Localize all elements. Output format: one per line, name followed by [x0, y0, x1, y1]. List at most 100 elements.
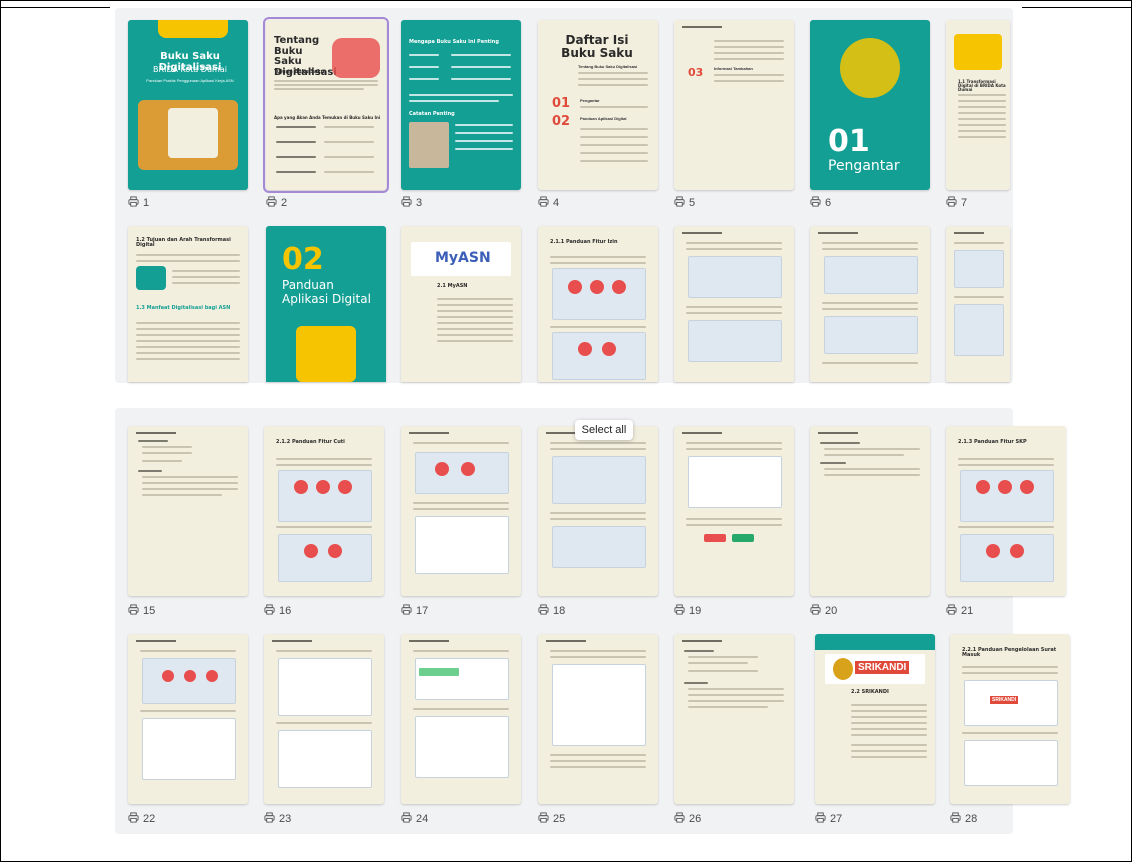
- app-screenshot: [415, 716, 509, 778]
- section-label: Pengantar: [828, 158, 900, 174]
- page-thumbnail-9[interactable]: 02 Panduan Aplikasi Digital: [266, 226, 386, 382]
- page-thumbnail-11[interactable]: 2.1.1 Panduan Fitur Izin: [538, 226, 658, 382]
- print-icon: [128, 604, 139, 618]
- teal-banner: [815, 634, 935, 650]
- page-thumbnail-18[interactable]: [538, 426, 658, 596]
- red-button: [704, 534, 726, 542]
- app-screenshot: [688, 320, 782, 362]
- page-thumbnail-20[interactable]: [810, 426, 930, 596]
- diagram: [136, 266, 166, 290]
- page-thumbnail-10[interactable]: MyASN 2.1 MyASN: [401, 226, 521, 382]
- page-thumbnail-17[interactable]: [401, 426, 521, 596]
- section-number: 02: [282, 242, 324, 277]
- page-thumbnail-12[interactable]: [674, 226, 794, 382]
- toc-entry: Informasi Tambahan: [714, 66, 753, 71]
- section-number: 01: [828, 124, 870, 159]
- select-all-button[interactable]: Select all: [575, 420, 633, 440]
- page-number-25: 25: [538, 812, 565, 826]
- app-screenshot: [954, 250, 1004, 288]
- app-icon: [578, 342, 592, 356]
- print-icon: [674, 812, 685, 826]
- page-title: Mengapa Buku Saku Ini Penting: [409, 39, 499, 45]
- app-icon: [612, 280, 626, 294]
- srikandi-logo: SRIKANDI: [855, 661, 910, 674]
- app-screenshot: [415, 516, 509, 574]
- toc-entry: Pengantar: [580, 98, 600, 103]
- app-screenshot: [278, 534, 372, 582]
- app-icon: [162, 670, 174, 682]
- page-thumbnail-3[interactable]: Mengapa Buku Saku Ini Penting Catatan Pe…: [401, 20, 521, 190]
- page-thumbnail-24[interactable]: [401, 634, 521, 804]
- page-thumbnail-25[interactable]: [538, 634, 658, 804]
- app-icon: [294, 480, 308, 494]
- page-number-19: 19: [674, 604, 701, 618]
- page-thumbnail-6[interactable]: 01 Pengantar: [810, 20, 930, 190]
- page-thumbnail-14[interactable]: [946, 226, 1010, 382]
- print-icon: [946, 604, 957, 618]
- section-heading: 1.2 Tujuan dan Arah Transformasi Digital: [136, 237, 231, 249]
- app-screenshot: [552, 664, 646, 746]
- page-number-27: 27: [815, 812, 842, 826]
- section-label: Panduan Aplikasi Digital: [282, 278, 371, 306]
- page-thumbnail-5[interactable]: 03 Informasi Tambahan: [674, 20, 794, 190]
- page-thumbnail-8[interactable]: 1.2 Tujuan dan Arah Transformasi Digital…: [128, 226, 248, 382]
- toc-label: Tentang Buku Saku Digitalisasi: [578, 64, 638, 69]
- page-thumbnail-19[interactable]: [674, 426, 794, 596]
- print-icon: [810, 196, 821, 210]
- toc-number: 02: [552, 114, 571, 129]
- frame-border-left: [0, 0, 1, 862]
- app-icon: [435, 462, 449, 476]
- page-thumbnail-13[interactable]: [810, 226, 930, 382]
- illustration: [954, 34, 1002, 70]
- page-thumbnail-15[interactable]: [128, 426, 248, 596]
- section-heading: 1.3 Manfaat Digitalisasi bagi ASN: [136, 305, 231, 311]
- page-thumbnail-16[interactable]: 2.1.2 Panduan Fitur Cuti: [264, 426, 384, 596]
- print-icon: [266, 196, 277, 210]
- green-bar: [419, 668, 459, 676]
- section-heading: Catatan Penting: [409, 111, 455, 117]
- app-icon: [976, 480, 990, 494]
- page-thumbnail-21[interactable]: 2.1.3 Panduan Fitur SKP: [946, 426, 1066, 596]
- app-screenshot: [824, 256, 918, 294]
- page-thumbnail-22[interactable]: [128, 634, 248, 804]
- section-heading: Tujuan Buku Saku: [274, 69, 325, 75]
- page-thumbnail-23[interactable]: [264, 634, 384, 804]
- print-icon: [950, 812, 961, 826]
- page-thumbnail-7[interactable]: 1.1 Transformasi Digital di BRIDA Kota D…: [946, 20, 1010, 190]
- page-thumbnail-2[interactable]: Tentang Buku Saku Digitalisasi Tujuan Bu…: [263, 17, 389, 193]
- illustration: [840, 38, 900, 98]
- page-thumbnail-27[interactable]: SRIKANDI 2.2 SRIKANDI: [815, 634, 935, 804]
- page-thumbnail-28[interactable]: 2.2.1 Panduan Pengelolaan Surat Masuk SR…: [950, 634, 1070, 804]
- app-screenshot: [824, 316, 918, 354]
- page-number-26: 26: [674, 812, 701, 826]
- page-thumbnail-1[interactable]: Buku Saku Digitalisasi BRIDA Kota Dumai …: [128, 20, 248, 190]
- section-heading: 2.1.2 Panduan Fitur Cuti: [276, 439, 345, 445]
- print-icon: [815, 812, 826, 826]
- photo: [409, 122, 449, 168]
- page-thumbnail-26[interactable]: [674, 634, 794, 804]
- page-number-18: 18: [538, 604, 565, 618]
- app-icon: [602, 342, 616, 356]
- app-icon: [304, 544, 318, 558]
- app-icon: [316, 480, 330, 494]
- app-screenshot: [552, 456, 646, 504]
- app-icon: [338, 480, 352, 494]
- app-screenshot: [278, 470, 372, 522]
- frame-border-top: [0, 0, 1132, 1]
- page-number-15: 15: [128, 604, 155, 618]
- page-number-6: 6: [810, 196, 831, 210]
- section-heading: 2.1 MyASN: [437, 283, 468, 289]
- app-icon: [1010, 544, 1024, 558]
- print-icon: [946, 196, 957, 210]
- srikandi-logo: SRIKANDI: [990, 696, 1019, 704]
- page-thumbnail-4[interactable]: Daftar Isi Buku Saku Tentang Buku Saku D…: [538, 20, 658, 190]
- page-number-16: 16: [264, 604, 291, 618]
- print-icon: [264, 604, 275, 618]
- page-number-17: 17: [401, 604, 428, 618]
- page-number-28: 28: [950, 812, 977, 826]
- print-icon: [128, 812, 139, 826]
- page-number-20: 20: [810, 604, 837, 618]
- page-number-21: 21: [946, 604, 973, 618]
- page-number-23: 23: [264, 812, 291, 826]
- section-heading: 2.2 SRIKANDI: [851, 689, 889, 695]
